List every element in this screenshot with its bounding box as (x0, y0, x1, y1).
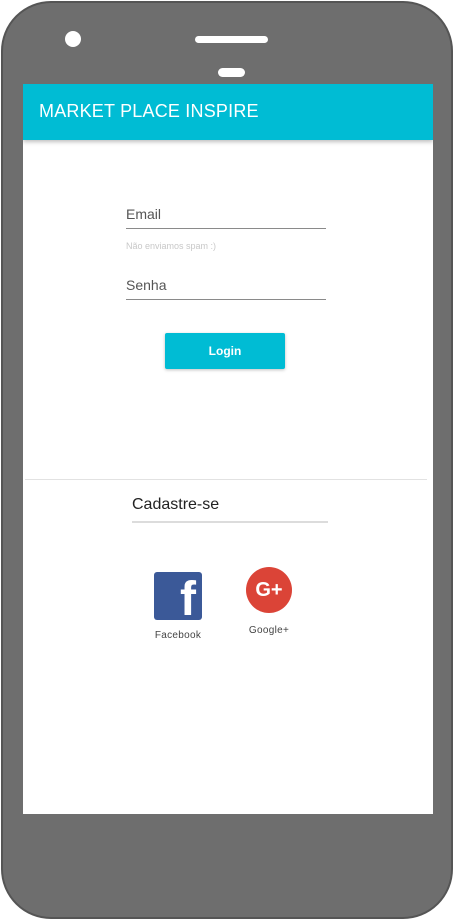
password-input[interactable] (126, 277, 326, 293)
facebook-label: Facebook (154, 630, 202, 641)
facebook-icon: f (154, 572, 202, 620)
facebook-login-button[interactable]: f Facebook (154, 572, 202, 641)
login-button[interactable]: Login (165, 333, 285, 369)
email-field[interactable] (126, 198, 326, 229)
front-camera (65, 31, 81, 47)
signup-link[interactable]: Cadastre-se (132, 496, 328, 523)
proximity-sensor (218, 68, 245, 77)
app-title: MARKET PLACE INSPIRE (39, 101, 259, 121)
password-field[interactable] (126, 269, 326, 300)
google-plus-icon: G+ (246, 567, 292, 613)
google-plus-label: Google+ (248, 625, 290, 636)
google-plus-login-button[interactable]: G+ Google+ (246, 567, 292, 636)
section-divider (25, 479, 427, 480)
app-screen: MARKET PLACE INSPIRE Não enviamos spam :… (23, 84, 433, 814)
email-input[interactable] (126, 206, 326, 222)
email-hint: Não enviamos spam :) (126, 241, 217, 251)
app-bar: MARKET PLACE INSPIRE (23, 84, 433, 140)
earpiece-speaker (195, 36, 268, 43)
